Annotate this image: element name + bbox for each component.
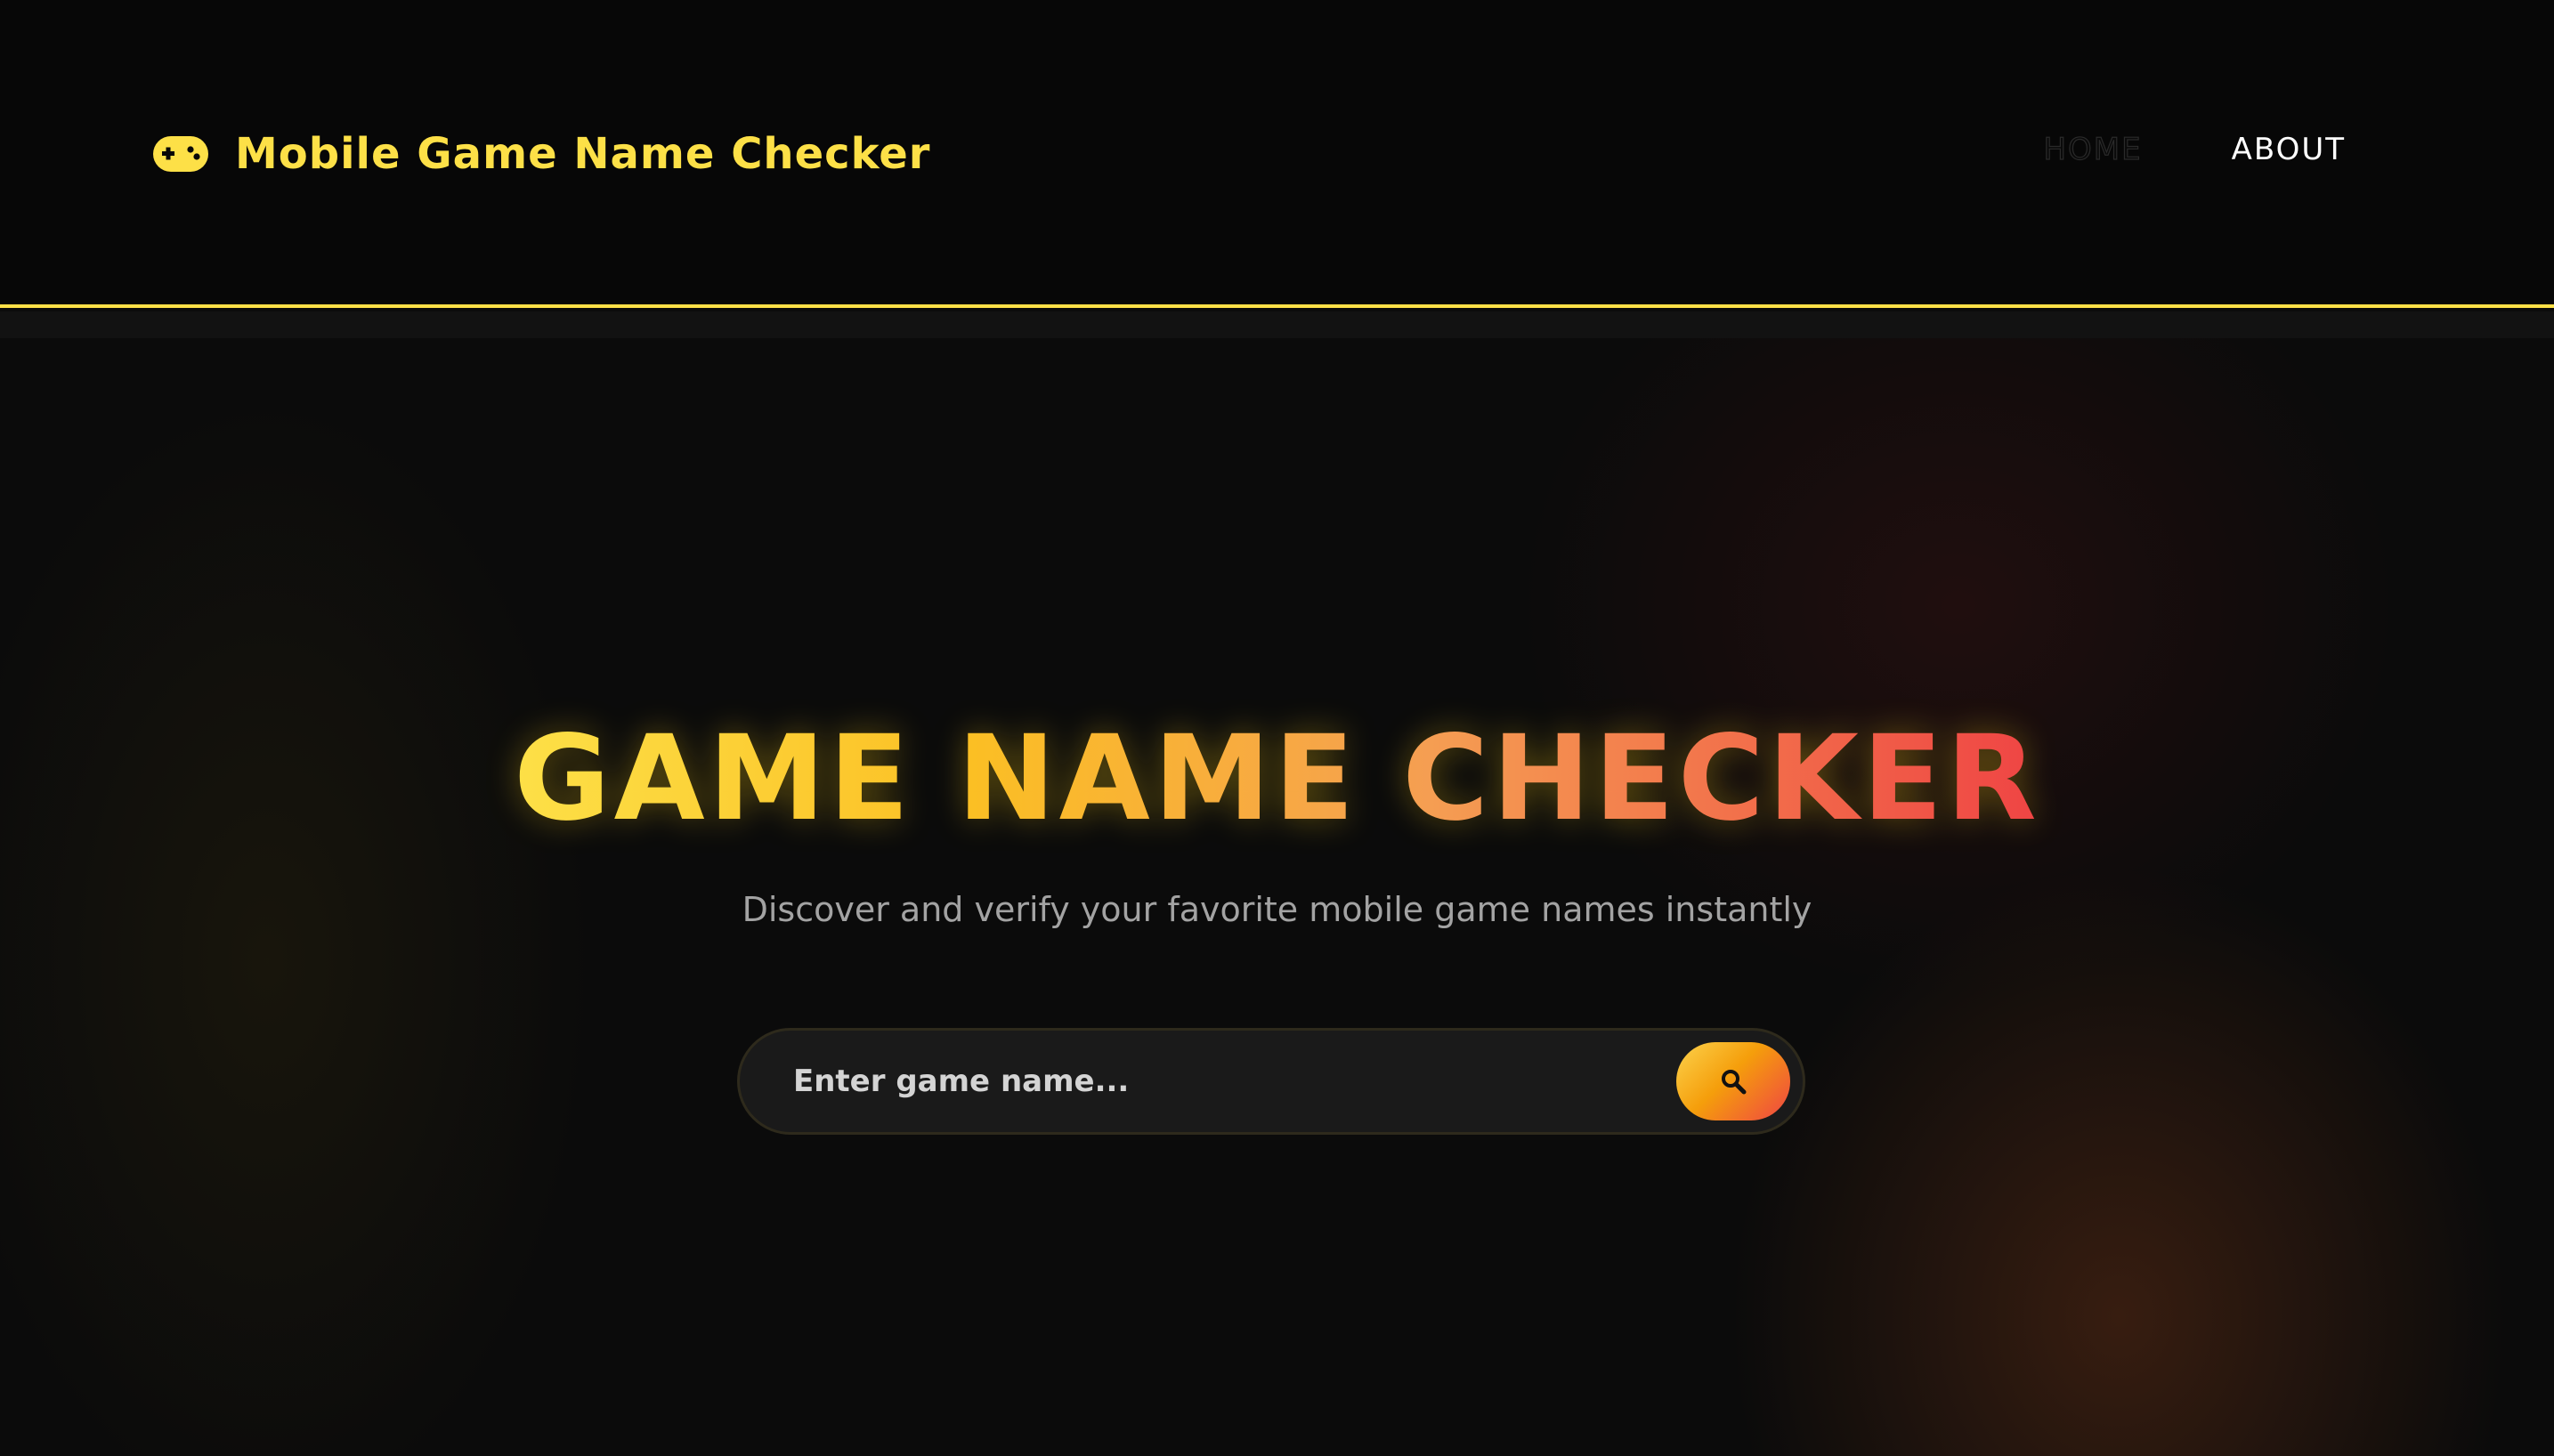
site-header: Mobile Game Name Checker HOME ABOUT <box>0 0 2554 308</box>
nav-link-home[interactable]: HOME <box>2043 131 2142 167</box>
hero-subtitle: Discover and verify your favorite mobile… <box>742 890 1812 929</box>
search-button[interactable] <box>1676 1042 1790 1120</box>
brand-title: Mobile Game Name Checker <box>235 129 931 179</box>
search-icon <box>1722 1070 1747 1095</box>
page: Mobile Game Name Checker HOME ABOUT GAME… <box>0 0 2554 1456</box>
search-bar <box>737 1028 1805 1135</box>
search-input[interactable] <box>793 1046 1676 1117</box>
gamepad-icon <box>153 136 208 172</box>
hero-title-text: GAME NAME CHECKER <box>514 710 2040 847</box>
brand[interactable]: Mobile Game Name Checker <box>153 123 930 185</box>
nav-link-about[interactable]: ABOUT <box>2232 132 2346 167</box>
hero-title: GAME NAME CHECKER <box>0 712 2554 845</box>
header-divider-shade <box>0 311 2554 338</box>
main-nav: HOME ABOUT <box>2043 131 2346 167</box>
